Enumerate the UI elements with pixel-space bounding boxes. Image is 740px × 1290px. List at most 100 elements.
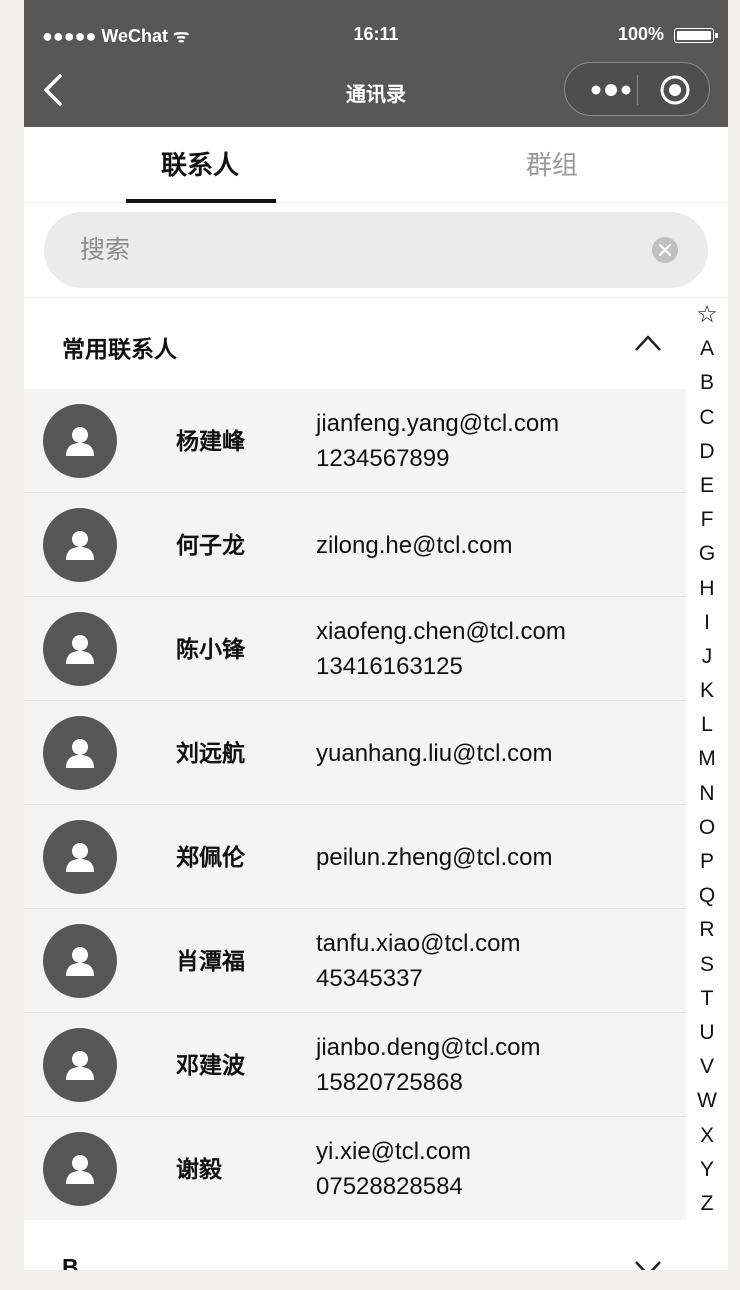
avatar	[43, 612, 117, 686]
avatar	[43, 1028, 117, 1102]
index-letter[interactable]: T	[686, 982, 728, 1016]
chevron-up-icon	[635, 335, 661, 351]
contact-name: 刘远航	[176, 740, 245, 766]
close-mini-program-button[interactable]	[659, 74, 691, 106]
index-letter[interactable]: U	[686, 1016, 728, 1050]
contact-row[interactable]: 陈小锋 xiaofeng.chen@tcl.com 13416163125	[24, 597, 686, 701]
contact-row[interactable]: 肖潭福 tanfu.xiao@tcl.com 45345337	[24, 909, 686, 1013]
contact-email: peilun.zheng@tcl.com	[316, 843, 553, 871]
contact-name: 谢毅	[176, 1156, 222, 1182]
section-title: 常用联系人	[62, 336, 177, 362]
tab-contacts[interactable]: 联系人	[24, 127, 376, 203]
contact-email: xiaofeng.chen@tcl.com	[316, 618, 566, 645]
contact-details: jianfeng.yang@tcl.com 1234567899	[316, 389, 559, 493]
alphabet-index-bar: ☆ A B C D E F G H I J K L M N O P Q R S T U V W X Y Z	[686, 298, 728, 1215]
contact-row[interactable]: 刘远航 yuanhang.liu@tcl.com	[24, 701, 686, 805]
tab-bar: 联系人 群组	[24, 127, 728, 203]
section-header-b[interactable]: B	[24, 1220, 686, 1270]
person-icon	[66, 1051, 94, 1080]
contact-details: jianbo.deng@tcl.com 15820725868	[316, 1013, 540, 1117]
avatar	[43, 508, 117, 582]
battery-percent: 100%	[617, 24, 664, 44]
status-bar: ●●●●● WeChat ᯤ 16:11 100%	[24, 20, 728, 50]
avatar	[43, 716, 117, 790]
index-letter[interactable]: S	[686, 948, 728, 982]
index-letter[interactable]: Y	[686, 1153, 728, 1187]
person-icon	[66, 739, 94, 768]
index-letter[interactable]: B	[686, 366, 728, 400]
contact-email: jianbo.deng@tcl.com	[316, 1034, 541, 1061]
chevron-down-icon	[635, 1261, 661, 1270]
contact-name: 邓建波	[176, 1052, 245, 1078]
contact-row[interactable]: 何子龙 zilong.he@tcl.com	[24, 493, 686, 597]
avatar	[43, 820, 117, 894]
more-button[interactable]	[587, 81, 637, 99]
index-letter[interactable]: K	[686, 674, 728, 708]
index-letter[interactable]: N	[686, 777, 728, 811]
index-star[interactable]: ☆	[686, 298, 728, 332]
more-dots-icon	[591, 84, 631, 96]
avatar	[43, 1132, 117, 1206]
contact-name: 杨建峰	[176, 428, 245, 454]
contact-details: tanfu.xiao@tcl.com 45345337	[316, 909, 520, 1013]
contact-row[interactable]: 郑佩伦 peilun.zheng@tcl.com	[24, 805, 686, 909]
index-letter[interactable]: O	[686, 811, 728, 845]
person-icon	[66, 1155, 94, 1184]
index-letter[interactable]: R	[686, 913, 728, 947]
index-letter[interactable]: I	[686, 606, 728, 640]
avatar	[43, 404, 117, 478]
contact-phone: 45345337	[316, 965, 423, 992]
avatar	[43, 924, 117, 998]
index-letter[interactable]: M	[686, 742, 728, 776]
person-icon	[66, 635, 94, 664]
index-letter[interactable]: F	[686, 503, 728, 537]
battery-icon	[674, 28, 718, 43]
contact-row[interactable]: 邓建波 jianbo.deng@tcl.com 15820725868	[24, 1013, 686, 1117]
close-icon	[659, 244, 671, 256]
index-letter[interactable]: J	[686, 640, 728, 674]
search-box	[44, 212, 708, 288]
index-letter[interactable]: V	[686, 1050, 728, 1084]
index-letter[interactable]: H	[686, 572, 728, 606]
contact-details: yi.xie@tcl.com 07528828584	[316, 1117, 471, 1221]
index-letter[interactable]: C	[686, 401, 728, 435]
contact-name: 何子龙	[176, 532, 245, 558]
index-letter[interactable]: E	[686, 469, 728, 503]
contact-phone: 07528828584	[316, 1173, 463, 1200]
section-header-frequent[interactable]: 常用联系人	[24, 298, 686, 389]
contact-details: peilun.zheng@tcl.com	[316, 805, 552, 909]
index-letter[interactable]: W	[686, 1084, 728, 1118]
contact-row[interactable]: 谢毅 yi.xie@tcl.com 07528828584	[24, 1117, 686, 1221]
contact-list: 杨建峰 jianfeng.yang@tcl.com 1234567899 何子龙 zil…	[24, 389, 686, 1221]
contact-phone: 13416163125	[316, 653, 463, 680]
navigation-bar: ●●●●● WeChat ᯤ 16:11 100% 通讯录	[24, 0, 728, 127]
index-letter[interactable]: P	[686, 845, 728, 879]
clear-search-button[interactable]	[652, 237, 678, 263]
target-circle-icon	[660, 75, 690, 105]
contact-email: tanfu.xiao@tcl.com	[316, 930, 521, 957]
contact-name: 郑佩伦	[176, 844, 245, 870]
index-letter[interactable]: Z	[686, 1187, 728, 1221]
search-area	[24, 203, 728, 298]
contact-row[interactable]: 杨建峰 jianfeng.yang@tcl.com 1234567899	[24, 389, 686, 493]
index-letter[interactable]: G	[686, 537, 728, 571]
contact-phone: 15820725868	[316, 1069, 463, 1096]
contact-phone: 1234567899	[316, 445, 450, 472]
contact-email: jianfeng.yang@tcl.com	[316, 410, 560, 437]
contact-email: zilong.he@tcl.com	[316, 531, 513, 559]
mini-program-capsule	[564, 62, 710, 116]
person-icon	[66, 427, 94, 456]
person-icon	[66, 843, 94, 872]
contact-name: 陈小锋	[176, 636, 245, 662]
index-letter[interactable]: D	[686, 435, 728, 469]
index-letter[interactable]: L	[686, 708, 728, 742]
index-letter[interactable]: Q	[686, 879, 728, 913]
search-input[interactable]	[80, 212, 640, 288]
contact-details: xiaofeng.chen@tcl.com 13416163125	[316, 597, 566, 701]
phone-screen: ●●●●● WeChat ᯤ 16:11 100% 通讯录 联系人 群组 搜索 …	[24, 0, 728, 1270]
section-title: B	[62, 1254, 79, 1270]
contact-name: 肖潭福	[176, 948, 245, 974]
tab-groups[interactable]: 群组	[376, 127, 728, 203]
index-letter[interactable]: X	[686, 1119, 728, 1153]
index-letter[interactable]: A	[686, 332, 728, 366]
